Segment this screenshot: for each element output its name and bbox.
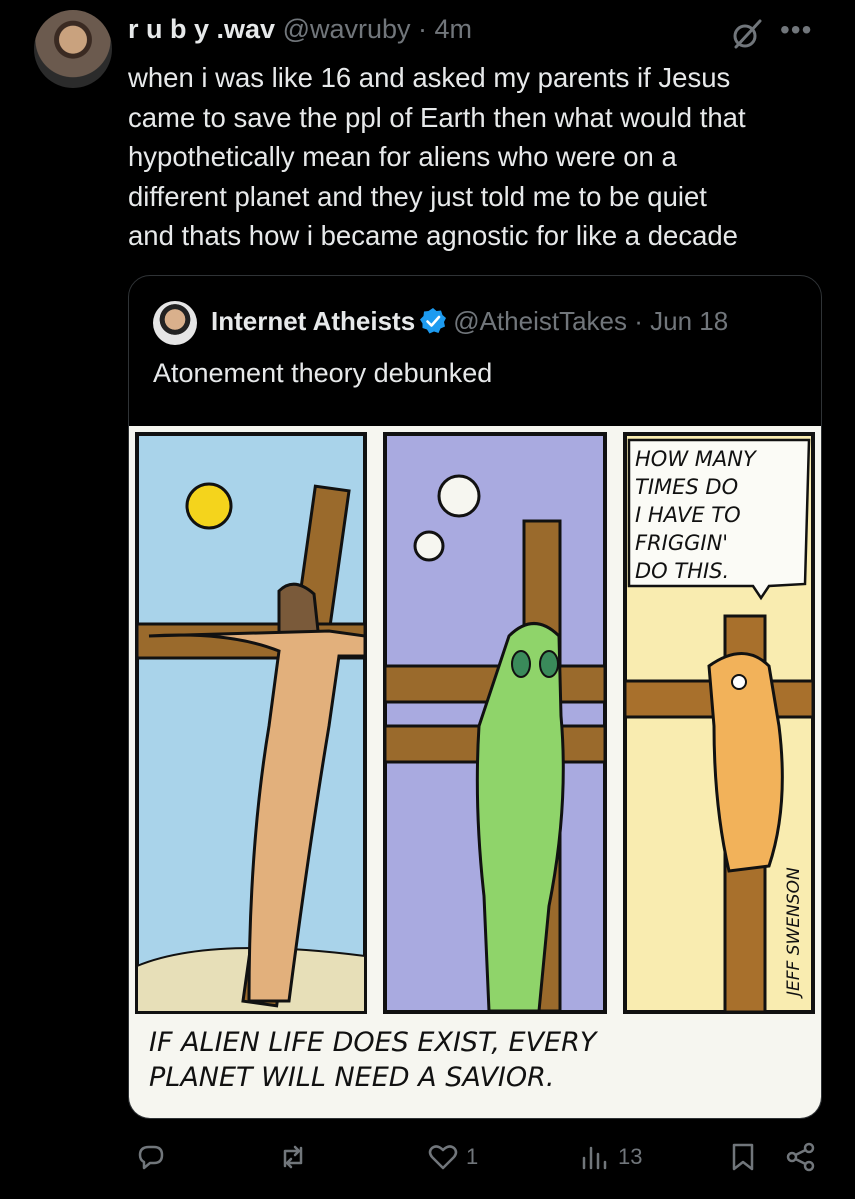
comic-caption-line: PLANET WILL NEED A SAVIOR.	[149, 1062, 555, 1093]
quoted-text: Atonement theory debunked	[153, 358, 493, 388]
post-time[interactable]: · 4m	[418, 14, 472, 44]
post-text-line: different planet and they just told me t…	[128, 180, 707, 212]
quoted-avatar[interactable]	[153, 301, 197, 345]
reply-button[interactable]	[134, 1140, 168, 1174]
comic-signature: JEFF SWENSON	[784, 867, 804, 999]
share-button[interactable]	[784, 1140, 818, 1174]
reply-icon	[138, 1145, 164, 1170]
comic-panel-1	[135, 432, 367, 1014]
post-text: when i was like 16 and asked my parents …	[128, 58, 828, 256]
speech-bubble-line: DO THIS.	[635, 559, 729, 583]
quoted-date[interactable]: · Jun 18	[634, 306, 728, 336]
like-count: 1	[466, 1144, 479, 1169]
speech-bubble-line: I HAVE TO	[635, 503, 741, 527]
comic-panel-2	[383, 432, 607, 1014]
views-button[interactable]: 13	[578, 1140, 642, 1174]
heart-icon	[428, 1145, 458, 1170]
comic-image[interactable]: HOW MANY TIMES DO I HAVE TO FRIGGIN' DO …	[129, 426, 821, 1118]
verified-badge-icon	[420, 308, 447, 334]
bookmark-button[interactable]	[726, 1140, 760, 1174]
comic-caption-line: IF ALIEN LIFE DOES EXIST, EVERY	[149, 1027, 599, 1058]
speech-bubble-line: FRIGGIN'	[635, 531, 728, 555]
repost-button[interactable]	[276, 1140, 310, 1174]
quoted-handle[interactable]: @AtheistTakes	[453, 306, 627, 336]
post-actions: 1 13	[0, 1140, 855, 1180]
speech-bubble-line: TIMES DO	[635, 475, 738, 499]
post-text-line: hypothetically mean for aliens who were …	[128, 141, 677, 173]
author-avatar[interactable]	[34, 10, 112, 88]
grok-icon[interactable]	[730, 17, 764, 51]
more-options-icon[interactable]: •••	[780, 14, 812, 46]
author-handle[interactable]: @wavruby	[283, 14, 411, 44]
speech-bubble-line: HOW MANY	[635, 447, 758, 471]
comic-panel-3: HOW MANY TIMES DO I HAVE TO FRIGGIN' DO …	[623, 432, 815, 1014]
quoted-author-name[interactable]: Internet Atheists	[211, 306, 415, 336]
repost-icon	[283, 1145, 303, 1169]
post-text-line: and thats how i became agnostic for like…	[128, 220, 738, 252]
quoted-header: Internet Atheists @AtheistTakes · Jun 18	[211, 306, 728, 337]
author-name[interactable]: r u b y .wav	[128, 14, 275, 44]
quoted-post[interactable]: Internet Atheists @AtheistTakes · Jun 18…	[128, 275, 822, 1119]
views-count: 13	[618, 1144, 643, 1169]
post-text-line: came to save the ppl of Earth then what …	[128, 101, 746, 133]
like-button[interactable]: 1	[426, 1140, 478, 1174]
post-text-line: when i was like 16 and asked my parents …	[128, 62, 731, 93]
views-icon	[582, 1146, 607, 1170]
share-icon	[786, 1142, 815, 1172]
post-header: r u b y .wav @wavruby · 4m	[128, 14, 472, 45]
bookmark-icon	[732, 1143, 754, 1171]
